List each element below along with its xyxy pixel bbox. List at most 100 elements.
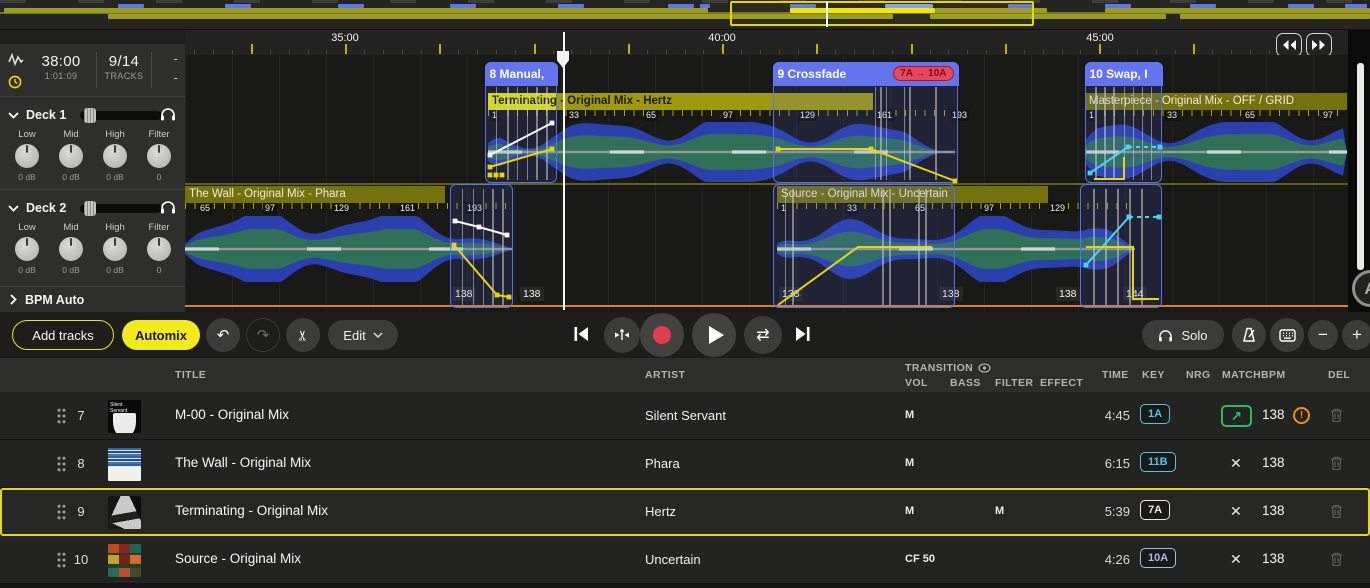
transition-vol-value[interactable]: M <box>905 457 914 469</box>
knob-high-control[interactable] <box>103 237 127 261</box>
knob-low-control[interactable] <box>15 237 39 261</box>
delete-track-button[interactable] <box>1330 456 1343 476</box>
key-badge[interactable]: 7A <box>1140 500 1170 520</box>
key-badge[interactable]: 10A <box>1140 548 1176 568</box>
vertical-scrollbar-thumb[interactable] <box>1357 63 1364 270</box>
jump-to-playhead-button[interactable] <box>604 317 640 353</box>
loop-button[interactable]: ⇄ <box>744 316 782 354</box>
drag-handle-icon[interactable] <box>57 408 67 425</box>
col-del[interactable]: DEL <box>1328 369 1350 381</box>
knob-low-control[interactable] <box>15 144 39 168</box>
headphones-icon <box>1158 329 1173 342</box>
transition-region[interactable] <box>773 184 955 308</box>
metronome-button[interactable] <box>1232 318 1266 352</box>
deck-2-section: Deck 2 Low0 dBMid0 dBHigh0 dBFilter0 <box>0 189 185 286</box>
col-match[interactable]: MATCH <box>1222 369 1261 381</box>
transition-vol-value[interactable]: CF 50 <box>905 553 935 565</box>
col-artist[interactable]: ARTIST <box>645 369 685 381</box>
playlist-row[interactable]: 7 Silent Servant M-00 - Original Mix Sil… <box>0 392 1370 440</box>
delete-track-button[interactable] <box>1330 504 1343 524</box>
transition-region[interactable]: 9 Crossfade7A → 10A <box>773 62 958 183</box>
slider-handle[interactable] <box>84 108 96 123</box>
track-title[interactable]: The Wall - Original Mix <box>175 455 311 470</box>
transition-vol-value[interactable]: M <box>905 505 914 517</box>
transition-region[interactable] <box>1080 184 1162 308</box>
delete-track-button[interactable] <box>1330 408 1343 428</box>
overview-minimap[interactable] <box>0 0 1370 30</box>
no-match-icon[interactable]: ✕ <box>1230 551 1242 568</box>
transition-region[interactable]: 10 Swap, I <box>1085 62 1162 183</box>
key-badge[interactable]: 1A <box>1140 404 1170 424</box>
knob-filter-control[interactable] <box>147 144 171 168</box>
minimap-viewport[interactable] <box>730 1 1034 26</box>
track-title[interactable]: Source - Original Mix <box>175 551 301 566</box>
cut-button[interactable]: ✂ <box>286 318 320 352</box>
no-match-icon[interactable]: ✕ <box>1230 503 1242 520</box>
no-match-icon[interactable]: ✕ <box>1230 455 1242 472</box>
col-title[interactable]: TITLE <box>175 369 206 381</box>
col-filter[interactable]: FILTER <box>995 377 1033 389</box>
slider-handle[interactable] <box>84 201 96 216</box>
knob-mid-control[interactable] <box>59 237 83 261</box>
delete-track-button[interactable] <box>1330 552 1343 572</box>
arrangement-timeline[interactable]: 1336597129161193Terminating - Original M… <box>185 55 1348 312</box>
bpm-auto-section[interactable]: BPM Auto <box>0 286 185 312</box>
play-button[interactable] <box>692 313 736 357</box>
track-title-bar[interactable]: The Wall - Original Mix - Phara <box>185 186 445 203</box>
bpm-warning-icon[interactable]: ! <box>1293 407 1310 424</box>
minimap-track-segment <box>700 8 708 13</box>
drag-handle-icon[interactable] <box>57 552 67 569</box>
bpm-marker: 138 <box>1056 287 1080 301</box>
headphones-icon[interactable] <box>160 107 176 124</box>
deck-2-volume-slider[interactable] <box>80 204 162 213</box>
knob-high-control[interactable] <box>103 144 127 168</box>
col-vol[interactable]: VOL <box>905 377 928 389</box>
keyboard-shortcuts-button[interactable] <box>1270 318 1304 352</box>
solo-button[interactable]: Solo <box>1142 320 1224 350</box>
edit-dropdown[interactable]: Edit <box>328 320 398 350</box>
undo-button[interactable]: ↶ <box>206 318 240 352</box>
playlist-row[interactable]: 9 Terminating - Original Mix Hertz M M 5… <box>0 488 1370 536</box>
playhead-line[interactable] <box>563 32 565 310</box>
track-title[interactable]: M-00 - Original Mix <box>175 407 289 422</box>
drag-handle-icon[interactable] <box>57 456 67 473</box>
knob-label: Low <box>8 222 46 233</box>
key-badge[interactable]: 11B <box>1140 452 1176 472</box>
col-key[interactable]: KEY <box>1142 369 1165 381</box>
headphones-icon[interactable] <box>160 200 176 217</box>
zoom-in-button[interactable]: + <box>1342 320 1370 350</box>
match-arrow-badge[interactable]: ↗ <box>1221 405 1252 427</box>
knob-mid-control[interactable] <box>59 144 83 168</box>
col-bass[interactable]: BASS <box>950 377 981 389</box>
skip-to-end-button[interactable] <box>794 325 812 348</box>
rewind-button[interactable] <box>1276 33 1302 57</box>
add-tracks-button[interactable]: Add tracks <box>12 320 114 350</box>
track-title[interactable]: Terminating - Original Mix <box>175 503 328 518</box>
automix-button[interactable]: Automix <box>122 320 200 350</box>
transition-vol-value[interactable]: M <box>905 409 914 421</box>
knob-filter-control[interactable] <box>147 237 171 261</box>
skip-to-start-button[interactable] <box>572 325 590 348</box>
redo-button[interactable]: ↷ <box>246 318 280 352</box>
timeline-ruler[interactable]: 35:0040:0045:00 <box>185 30 1348 55</box>
drag-handle-icon[interactable] <box>57 504 67 521</box>
col-transition[interactable]: TRANSITION <box>905 362 991 374</box>
playlist-row[interactable]: 10 Source - Original Mix Uncertain CF 50… <box>0 536 1370 584</box>
transition-region[interactable] <box>450 184 513 308</box>
chevron-down-icon[interactable] <box>8 205 19 212</box>
col-nrg[interactable]: NRG <box>1186 369 1211 381</box>
chevron-down-icon[interactable] <box>8 112 19 119</box>
col-effect[interactable]: EFFECT <box>1040 377 1083 389</box>
transition-filter-value[interactable]: M <box>995 505 1004 517</box>
zoom-out-button[interactable]: − <box>1308 320 1338 350</box>
deck-1-volume-slider[interactable] <box>80 111 162 120</box>
fast-forward-button[interactable] <box>1306 33 1332 57</box>
eye-icon[interactable] <box>978 363 991 373</box>
transition-region[interactable]: 8 Manual, <box>485 62 557 183</box>
col-time[interactable]: TIME <box>1102 369 1129 381</box>
record-button[interactable] <box>640 313 684 357</box>
bpm-automation-line[interactable] <box>185 305 1348 307</box>
col-bpm[interactable]: BPM <box>1261 369 1286 381</box>
ruler-minor-tick <box>308 50 309 54</box>
playlist-row[interactable]: 8 The Wall - Original Mix Phara M 6:15 1… <box>0 440 1370 488</box>
